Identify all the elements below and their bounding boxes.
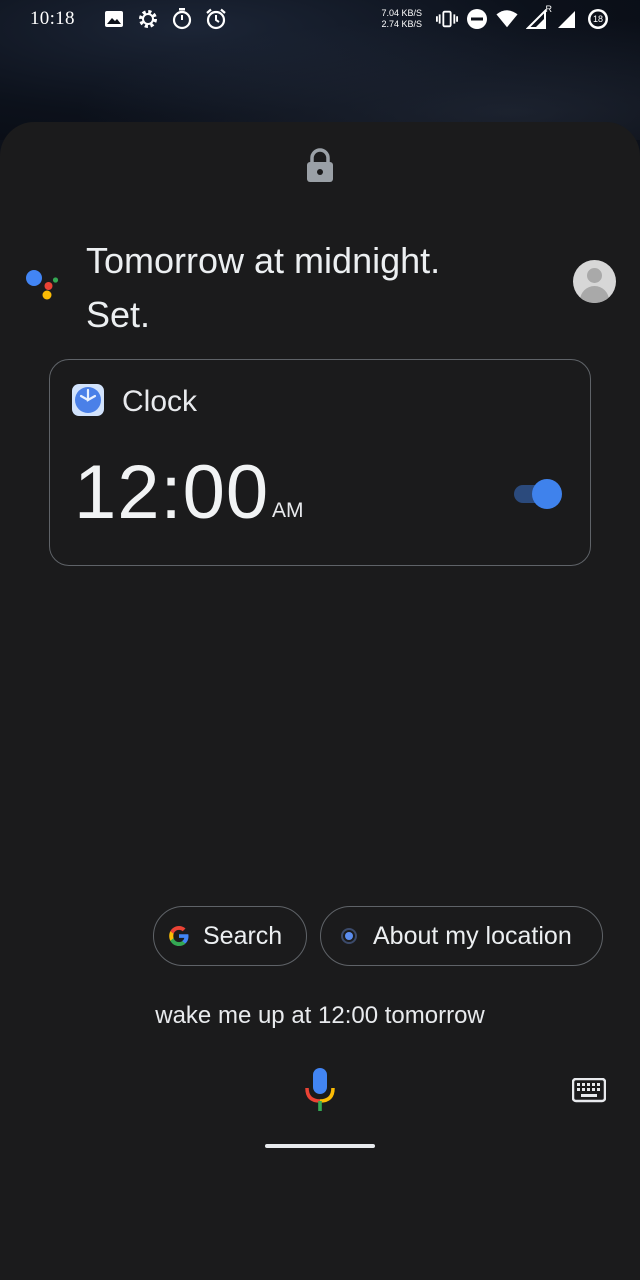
wifi-icon bbox=[496, 8, 518, 30]
about-my-location-chip[interactable]: About my location bbox=[320, 906, 603, 966]
network-speed: 7.04 KB/S 2.74 KB/S bbox=[381, 8, 422, 30]
location-chip-label: About my location bbox=[373, 921, 572, 950]
image-icon bbox=[103, 8, 125, 30]
signal-icon bbox=[556, 8, 578, 30]
assistant-response: Tomorrow at midnight. Set. bbox=[86, 234, 546, 342]
clock-app-name: Clock bbox=[122, 385, 198, 418]
response-line-2: Set. bbox=[86, 294, 151, 335]
alarm-time[interactable]: 12:00 bbox=[74, 448, 269, 538]
alarm-ampm: AM bbox=[272, 499, 304, 522]
do-not-disturb-icon bbox=[466, 8, 488, 30]
mic-icon[interactable] bbox=[302, 1068, 338, 1112]
search-chip-label: Search bbox=[203, 921, 283, 950]
avatar-head bbox=[587, 268, 602, 283]
vibrate-icon bbox=[436, 8, 458, 30]
net-up-text: 7.04 KB/S bbox=[381, 8, 422, 18]
avatar-body bbox=[580, 286, 609, 303]
battery-level-text: 18 bbox=[592, 14, 603, 24]
alarm-toggle[interactable] bbox=[512, 477, 564, 509]
lock-icon bbox=[305, 148, 335, 184]
roaming-indicator: R bbox=[545, 4, 553, 14]
user-query-text[interactable]: wake me up at 12:00 tomorrow bbox=[0, 1000, 640, 1032]
search-suggestion-chip[interactable]: Search bbox=[153, 906, 307, 966]
alarm-card[interactable]: Clock 12:00 AM bbox=[49, 359, 591, 566]
clock-app-icon bbox=[72, 384, 104, 416]
google-g-icon bbox=[167, 924, 191, 948]
status-bar: 10:18 7.04 KB/S 2.74 KB/S R 18 bbox=[0, 0, 640, 38]
signal-icon: R bbox=[526, 4, 552, 30]
stopwatch-icon bbox=[171, 8, 193, 30]
response-line-1: Tomorrow at midnight. bbox=[86, 240, 441, 281]
location-dot-icon bbox=[337, 924, 361, 948]
home-gesture-bar[interactable] bbox=[265, 1144, 375, 1148]
google-assistant-icon bbox=[24, 264, 60, 300]
alarm-clock-icon bbox=[205, 8, 227, 30]
battery-icon: 18 bbox=[586, 8, 610, 30]
toggle-thumb bbox=[532, 479, 562, 509]
net-down-text: 2.74 KB/S bbox=[381, 19, 422, 29]
user-avatar[interactable] bbox=[573, 260, 616, 303]
status-time: 10:18 bbox=[30, 8, 75, 29]
settings-gear-icon bbox=[137, 8, 159, 30]
keyboard-icon[interactable] bbox=[571, 1077, 607, 1104]
